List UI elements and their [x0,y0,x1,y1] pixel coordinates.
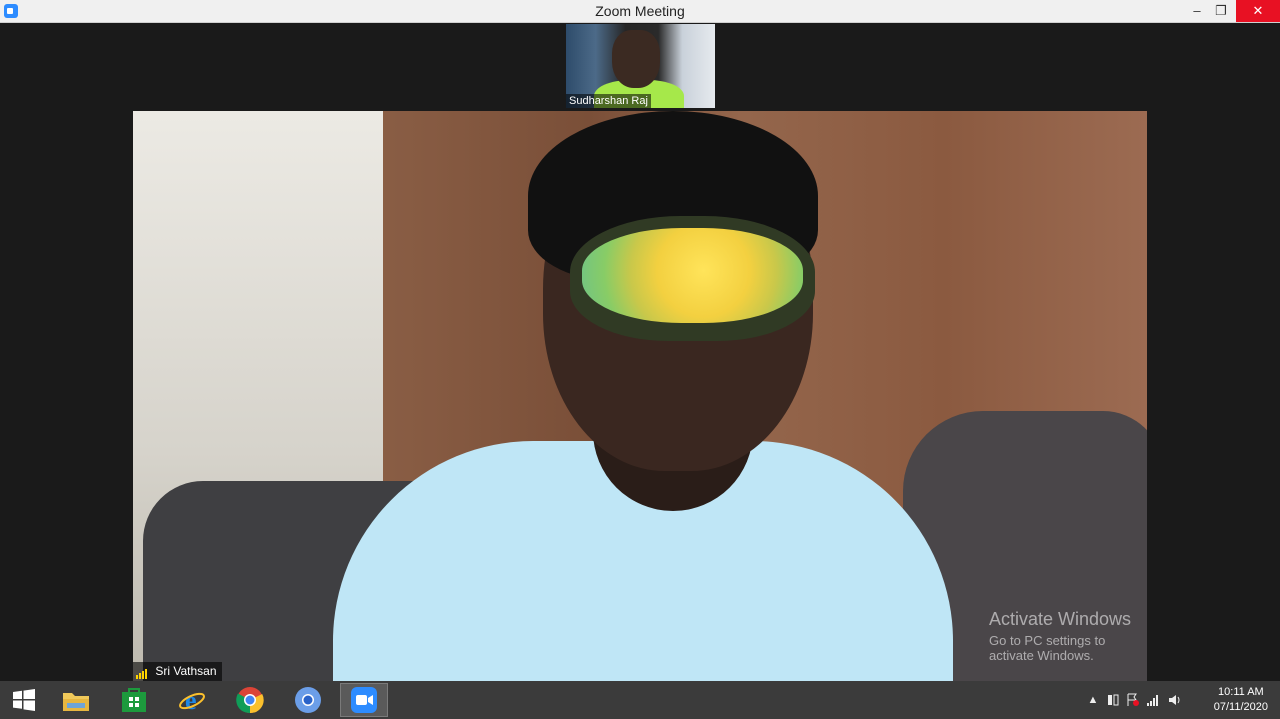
file-explorer-icon[interactable] [52,683,100,717]
goggles-lens [582,228,803,323]
activate-windows-title: Activate Windows [989,609,1132,629]
activate-windows-subtitle: Go to PC settings to activate Windows. [989,633,1106,663]
volume-icon[interactable] [1168,693,1182,707]
main-video-feed[interactable]: Activate Windows Go to PC settings to ac… [133,111,1147,681]
store-icon[interactable] [110,683,158,717]
main-participant-name: Sri Vathsan [155,664,217,678]
main-participant-label: Sri Vathsan [133,662,222,681]
goggles-filter [570,216,815,341]
action-center-icon[interactable] [1126,693,1140,707]
start-icon[interactable] [0,683,48,717]
zoom-icon[interactable] [340,683,388,717]
device-icon[interactable] [1106,693,1120,707]
internet-explorer-icon[interactable]: e [168,683,216,717]
chromium-icon[interactable] [284,683,332,717]
svg-text:e: e [185,686,197,714]
clock-time: 10:11 AM [1218,686,1264,698]
signal-strength-icon [136,665,148,679]
title-bar: Zoom Meeting – ❐ ✕ [0,0,1280,23]
close-button[interactable]: ✕ [1236,0,1280,22]
system-tray: ▲ 10:11 AM 07/11/2020 [1080,681,1280,719]
show-hidden-icons-icon[interactable]: ▲ [1086,693,1100,707]
thumbnail-person-head [612,30,660,88]
network-signal-icon[interactable] [1146,693,1160,707]
thumbnail-participant-name: Sudharshan Raj [566,94,651,108]
restore-button[interactable]: ❐ [1206,0,1236,22]
window-title: Zoom Meeting [595,3,685,19]
system-clock[interactable]: 10:11 AM 07/11/2020 [1214,685,1268,715]
participant-thumbnail[interactable]: Sudharshan Raj [566,24,715,108]
chrome-icon[interactable] [226,683,274,717]
clock-date: 07/11/2020 [1213,701,1268,713]
taskbar: e ▲ 10:11 AM 07/11/2020 [0,681,1280,719]
